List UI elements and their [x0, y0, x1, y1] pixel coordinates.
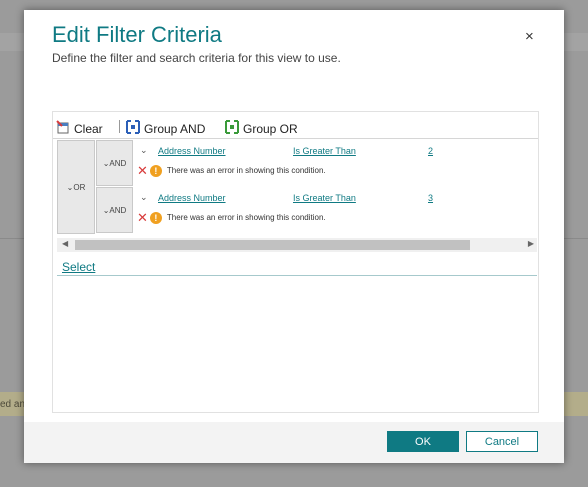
error-x-icon: ✕ — [137, 163, 148, 178]
chevron-down-icon: ⌄ — [102, 205, 110, 215]
condition-error: ✕ ! There was an error in showing this c… — [137, 211, 326, 224]
group-or-label: Group OR — [243, 121, 298, 136]
toolbar-divider — [53, 138, 538, 139]
group-and-icon — [126, 120, 140, 137]
group-or-icon — [225, 120, 239, 137]
error-message: There was an error in showing this condi… — [166, 166, 326, 175]
dialog-footer: OK Cancel — [24, 422, 564, 463]
and-operator-label: AND — [109, 205, 127, 215]
filter-toolbar: Clear Group AND Group OR — [53, 116, 538, 136]
group-and-label: Group AND — [144, 121, 206, 136]
group-and-button[interactable]: Group AND — [126, 120, 205, 137]
clear-icon — [56, 120, 70, 137]
or-operator-label: OR — [73, 182, 86, 192]
chevron-down-icon: ⌄ — [66, 182, 74, 192]
close-icon[interactable]: × — [525, 28, 534, 45]
edit-filter-dialog: Edit Filter Criteria Define the filter a… — [24, 10, 564, 463]
toolbar-separator — [119, 120, 120, 133]
filter-panel: Clear Group AND Group OR ⌄ OR ⌄ AND ⌄ Ad… — [52, 111, 539, 413]
condition-error: ✕ ! There was an error in showing this c… — [137, 164, 326, 177]
condition-operator-link[interactable]: Is Greater Than — [293, 146, 356, 156]
warning-icon: ! — [149, 211, 162, 224]
ok-button[interactable]: OK — [387, 431, 459, 452]
and-group-toggle[interactable]: ⌄ AND — [96, 187, 133, 233]
chevron-down-icon: ⌄ — [102, 158, 110, 168]
and-operator-label: AND — [109, 158, 127, 168]
scrollbar-thumb[interactable] — [75, 240, 470, 250]
chevron-down-icon[interactable]: ⌄ — [140, 192, 148, 203]
dialog-subtitle: Define the filter and search criteria fo… — [52, 51, 341, 65]
condition-field-link[interactable]: Address Number — [158, 193, 226, 203]
error-message: There was an error in showing this condi… — [166, 213, 326, 222]
error-x-icon: ✕ — [137, 210, 148, 225]
group-or-button[interactable]: Group OR — [225, 120, 298, 137]
cancel-button[interactable]: Cancel — [466, 431, 538, 452]
condition-operator-link[interactable]: Is Greater Than — [293, 193, 356, 203]
condition-value-link[interactable]: 2 — [428, 146, 433, 156]
scroll-left-icon[interactable]: ◀ — [62, 239, 68, 248]
select-divider — [57, 275, 537, 276]
and-group-toggle[interactable]: ⌄ AND — [96, 140, 133, 186]
warning-icon: ! — [149, 164, 162, 177]
or-group-toggle[interactable]: ⌄ OR — [57, 140, 95, 234]
horizontal-scrollbar[interactable]: ◀ ▶ — [57, 238, 537, 252]
condition-value-link[interactable]: 3 — [428, 193, 433, 203]
chevron-down-icon[interactable]: ⌄ — [140, 145, 148, 156]
scroll-right-icon[interactable]: ▶ — [528, 239, 534, 248]
clear-button[interactable]: Clear — [56, 120, 103, 137]
clear-label: Clear — [74, 121, 103, 136]
dialog-title: Edit Filter Criteria — [52, 22, 222, 47]
condition-field-link[interactable]: Address Number — [158, 146, 226, 156]
select-link[interactable]: Select — [62, 260, 95, 274]
